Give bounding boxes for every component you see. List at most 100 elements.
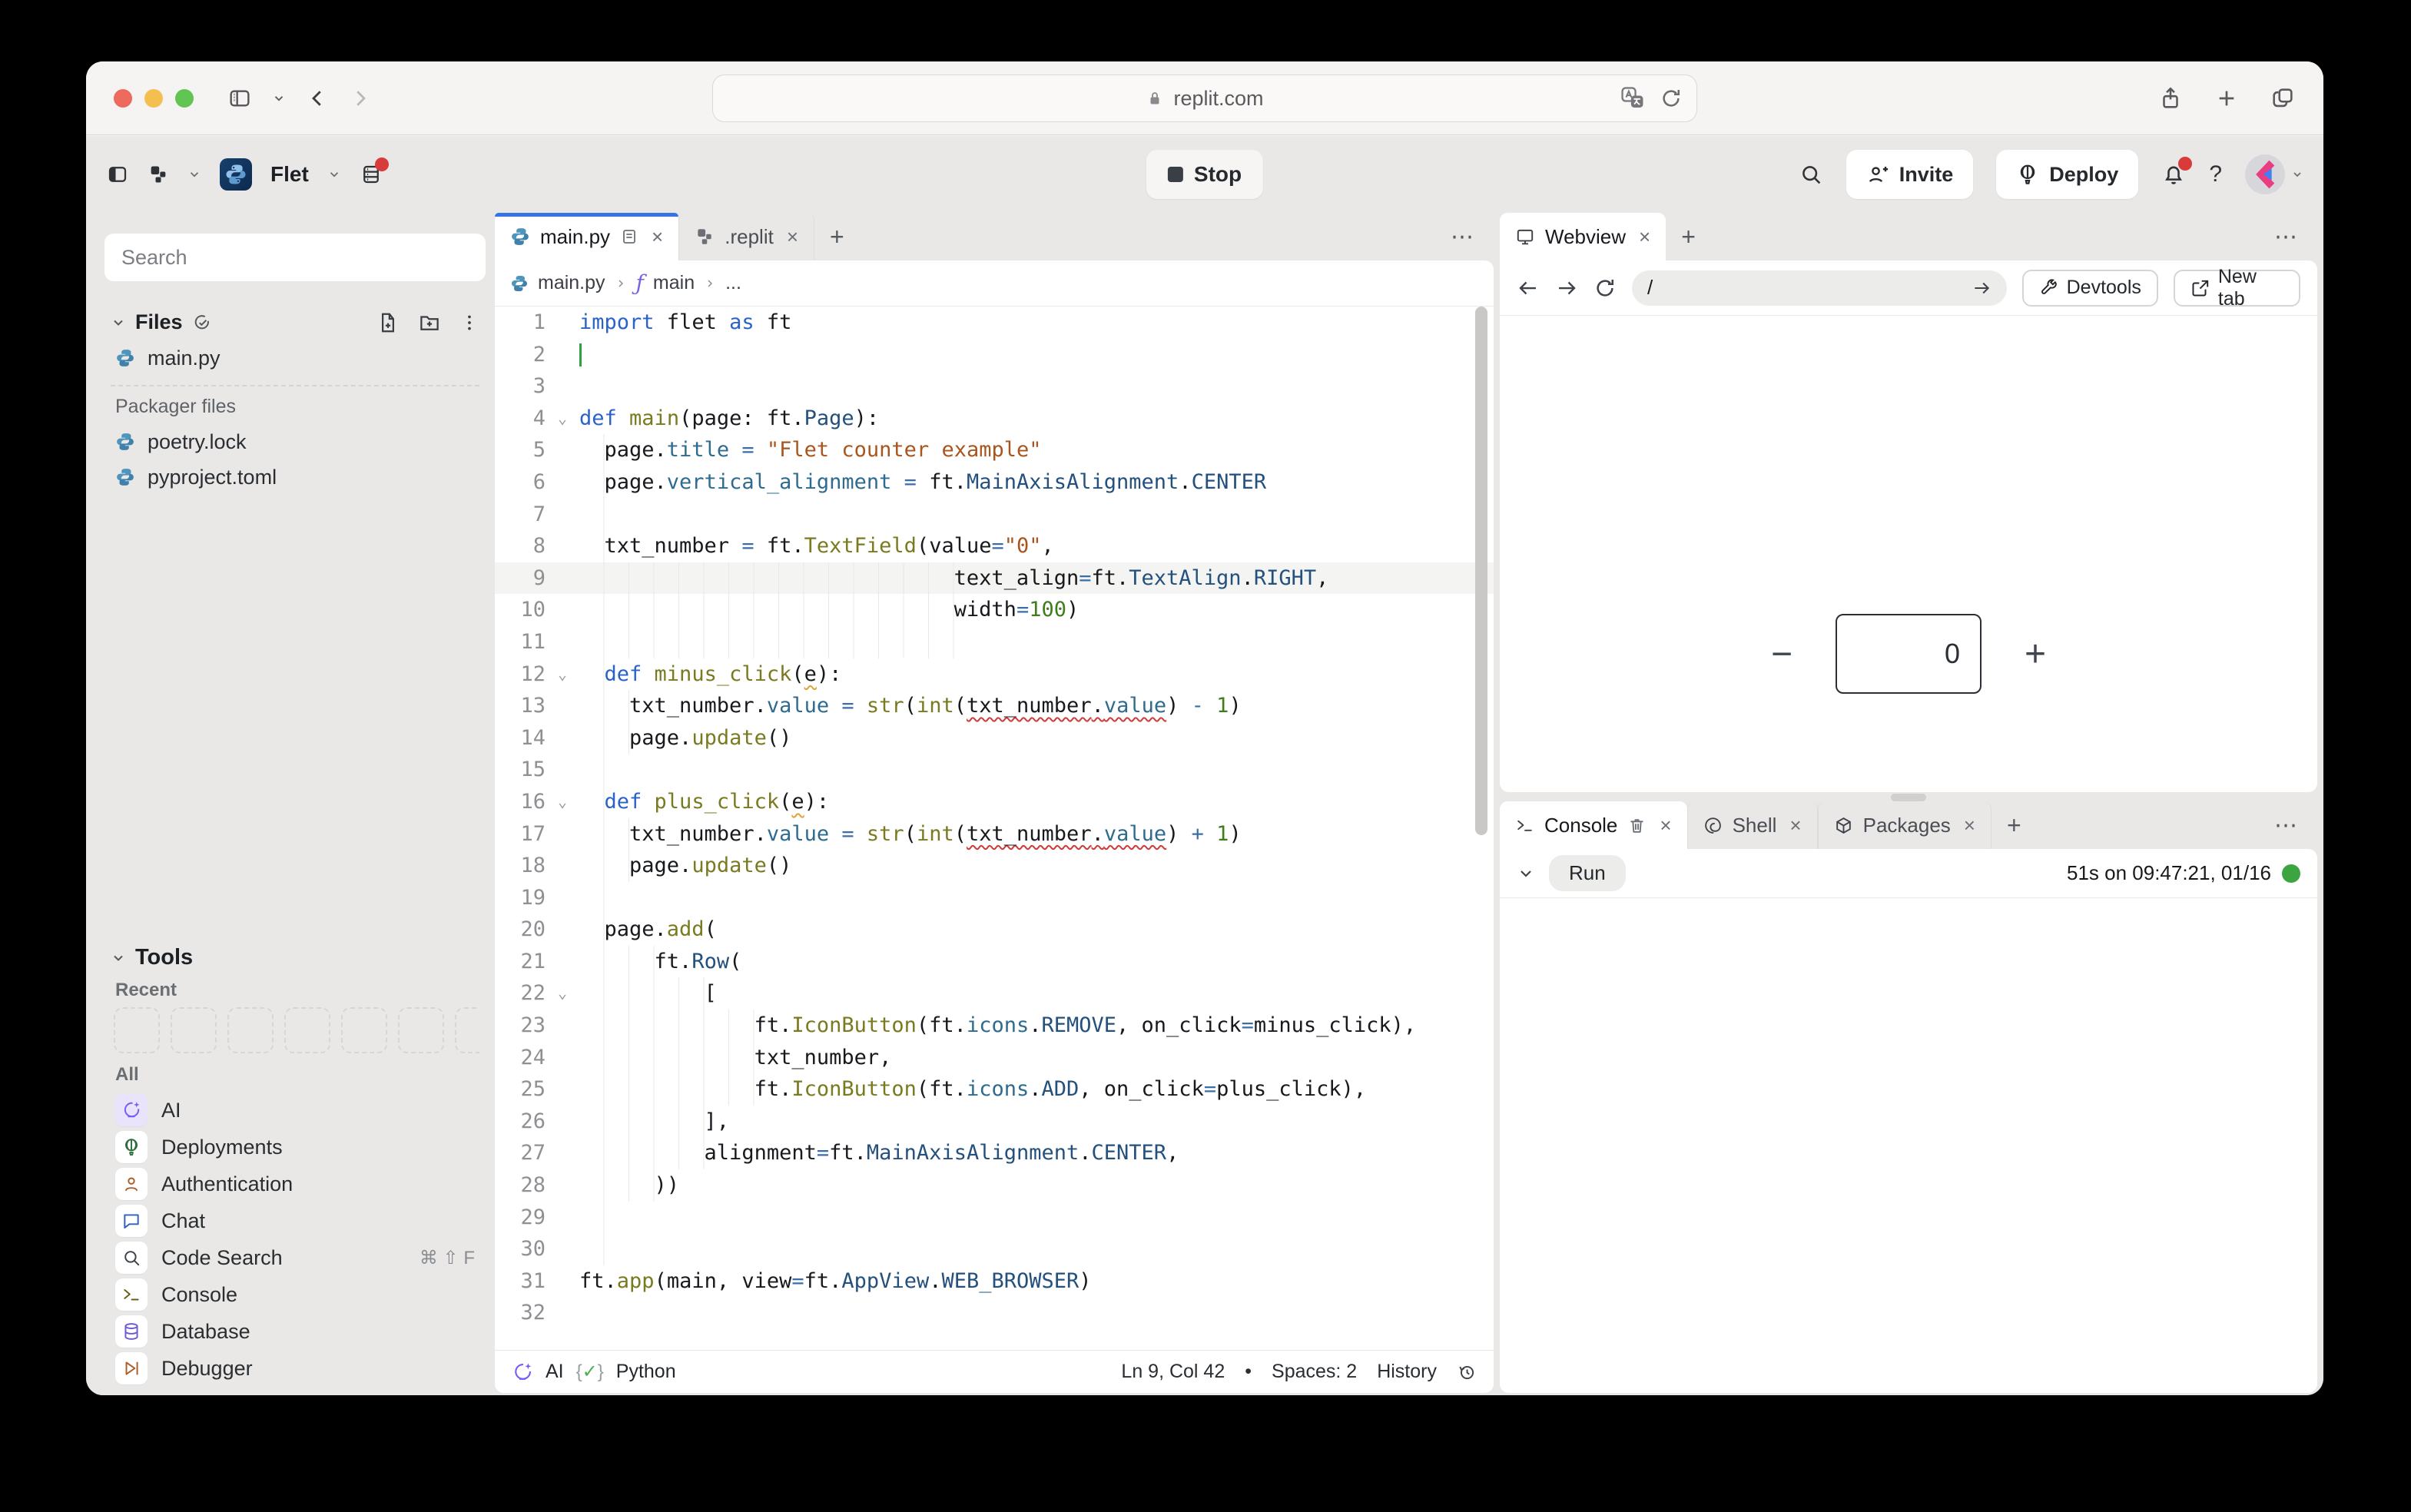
deploy-button[interactable]: Deploy (1996, 150, 2138, 199)
code-line-9[interactable]: 9text_align=ft.TextAlign.RIGHT, (495, 562, 1494, 595)
close-tab-icon[interactable]: × (652, 225, 663, 249)
code-line-4[interactable]: 4⌄def main(page: ft.Page): (495, 403, 1494, 435)
close-tab-icon[interactable]: × (1789, 814, 1801, 837)
tool-authentication[interactable]: Authentication (111, 1166, 479, 1202)
code-line-29[interactable]: 29 (495, 1202, 1494, 1234)
status-history[interactable]: History (1377, 1361, 1437, 1383)
file-main.py[interactable]: main.py (104, 340, 486, 376)
tool-console[interactable]: Console (111, 1276, 479, 1313)
search-icon[interactable] (1799, 162, 1823, 187)
workspace-blocks-icon[interactable] (148, 164, 169, 185)
forward-icon[interactable] (349, 87, 372, 110)
code-line-30[interactable]: 30 (495, 1233, 1494, 1265)
back-icon[interactable] (306, 87, 329, 110)
fold-chevron-icon[interactable]: ⌄ (546, 403, 579, 435)
translate-icon[interactable] (1620, 85, 1646, 111)
tab-main.py[interactable]: main.py× (495, 213, 678, 260)
resources-icon[interactable] (360, 163, 383, 186)
history-clock-icon[interactable] (1457, 1362, 1477, 1382)
tool-database[interactable]: Database (111, 1313, 479, 1350)
tool-debugger[interactable]: Debugger (111, 1350, 479, 1387)
minimize-window-button[interactable] (144, 89, 163, 108)
code-line-15[interactable]: 15 (495, 754, 1494, 786)
code-line-10[interactable]: 10width=100) (495, 594, 1494, 626)
tab-overview-icon[interactable] (2270, 85, 2296, 111)
status-language[interactable]: Python (616, 1361, 676, 1383)
breadcrumb-symbol[interactable]: main (653, 272, 695, 294)
new-file-icon[interactable] (376, 311, 400, 334)
tab-packages[interactable]: Packages× (1818, 801, 1991, 849)
code-line-32[interactable]: 32 (495, 1297, 1494, 1329)
invite-button[interactable]: Invite (1846, 150, 1974, 199)
close-tab-icon[interactable]: × (1660, 814, 1671, 837)
file-poetry.lock[interactable]: poetry.lock (104, 424, 486, 459)
kebab-menu-icon[interactable] (459, 313, 479, 333)
status-spaces[interactable]: Spaces: 2 (1272, 1361, 1357, 1383)
sidebar-chevron-icon[interactable] (272, 91, 286, 105)
close-tab-icon[interactable]: × (1639, 225, 1650, 249)
code-line-14[interactable]: 14page.update() (495, 722, 1494, 754)
run-chevron-icon[interactable] (1517, 864, 1535, 883)
chevron-down-icon[interactable] (187, 167, 201, 181)
code-line-5[interactable]: 5page.title = "Flet counter example" (495, 434, 1494, 466)
code-line-20[interactable]: 20page.add( (495, 914, 1494, 946)
code-line-31[interactable]: 31ft.app(main, view=ft.AppView.WEB_BROWS… (495, 1265, 1494, 1298)
stop-button[interactable]: Stop (1146, 150, 1263, 199)
code-line-12[interactable]: 12⌄def minus_click(e): (495, 658, 1494, 691)
plus-button[interactable]: + (2025, 633, 2046, 675)
tab-shell[interactable]: Shell× (1687, 801, 1818, 849)
code-line-19[interactable]: 19 (495, 882, 1494, 914)
share-icon[interactable] (2157, 85, 2184, 111)
search-input[interactable]: Search (104, 234, 486, 281)
tool-ai[interactable]: AI (111, 1092, 479, 1129)
webview-forward-icon[interactable] (1555, 277, 1578, 300)
close-tab-icon[interactable]: × (1964, 814, 1975, 837)
code-line-1[interactable]: 1import flet as ft (495, 307, 1494, 339)
code-area[interactable]: 1import flet as ft234⌄def main(page: ft.… (495, 307, 1494, 1350)
tabbar-more-icon[interactable]: ⋯ (2274, 812, 2317, 839)
open-new-tab-button[interactable]: New tab (2174, 270, 2300, 307)
breadcrumb-more[interactable]: ... (725, 272, 741, 294)
code-line-28[interactable]: 28)) (495, 1169, 1494, 1202)
ai-icon[interactable] (512, 1361, 533, 1383)
check-circle-icon[interactable] (192, 313, 212, 333)
close-tab-icon[interactable]: × (787, 225, 798, 249)
breadcrumb[interactable]: main.py ƒ main ... (495, 260, 1494, 307)
code-line-2[interactable]: 2 (495, 339, 1494, 371)
file-pyproject.toml[interactable]: pyproject.toml (104, 459, 486, 495)
fold-chevron-icon[interactable]: ⌄ (546, 977, 579, 1010)
new-tab-icon[interactable] (2214, 86, 2239, 111)
notifications-bell-icon[interactable] (2161, 162, 2186, 187)
tool-chat[interactable]: Chat (111, 1202, 479, 1239)
code-line-3[interactable]: 3 (495, 370, 1494, 403)
tool-deployments[interactable]: Deployments (111, 1129, 479, 1166)
sidebar-toggle-icon[interactable] (106, 163, 129, 186)
tab-console[interactable]: Console× (1500, 801, 1687, 849)
zoom-window-button[interactable] (175, 89, 194, 108)
tab-webview[interactable]: Webview × (1500, 213, 1666, 260)
code-line-27[interactable]: 27alignment=ft.MainAxisAlignment.CENTER, (495, 1137, 1494, 1169)
close-window-button[interactable] (114, 89, 132, 108)
avatar[interactable] (2245, 154, 2285, 194)
project-icon[interactable] (220, 158, 252, 191)
tabbar-more-icon[interactable]: ⋯ (2274, 224, 2317, 250)
run-label[interactable]: Run (1549, 855, 1626, 891)
console-output[interactable] (1500, 898, 2317, 1393)
browser-sidebar-icon[interactable] (227, 86, 252, 111)
code-line-24[interactable]: 24txt_number, (495, 1042, 1494, 1074)
status-ai-label[interactable]: AI (546, 1361, 564, 1383)
tools-chevron-icon[interactable] (111, 950, 126, 966)
go-arrow-icon[interactable] (1972, 278, 1991, 298)
add-tab-button[interactable]: + (1991, 801, 2037, 849)
webview-reload-icon[interactable] (1594, 277, 1617, 300)
code-line-11[interactable]: 11 (495, 626, 1494, 658)
code-line-7[interactable]: 7 (495, 499, 1494, 531)
cursor-position[interactable]: Ln 9, Col 42 (1121, 1361, 1225, 1383)
code-line-8[interactable]: 8txt_number = ft.TextField(value="0", (495, 530, 1494, 562)
code-line-21[interactable]: 21ft.Row( (495, 946, 1494, 978)
code-line-6[interactable]: 6page.vertical_alignment = ft.MainAxisAl… (495, 466, 1494, 499)
project-name[interactable]: Flet (270, 162, 309, 187)
fold-chevron-icon[interactable]: ⌄ (546, 658, 579, 691)
code-line-18[interactable]: 18page.update() (495, 850, 1494, 882)
webview-back-icon[interactable] (1517, 277, 1540, 300)
